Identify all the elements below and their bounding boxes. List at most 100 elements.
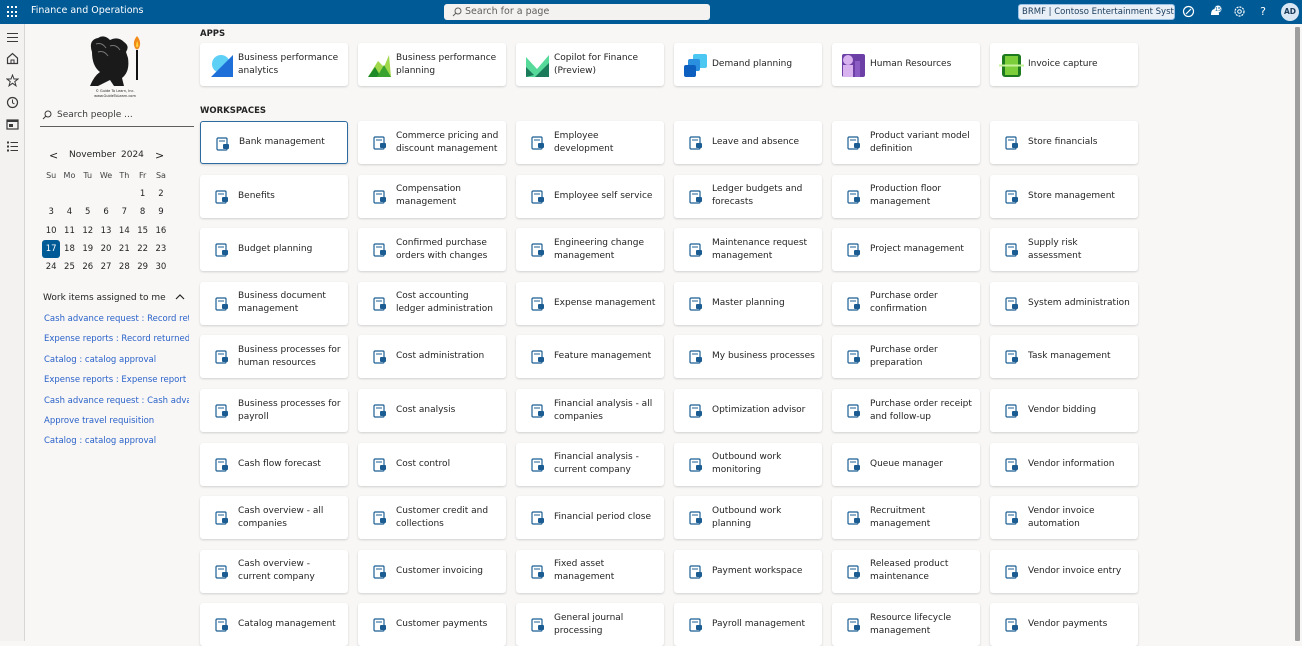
settings-icon[interactable]: [1232, 5, 1246, 19]
workspace-tile[interactable]: Customer invoicing: [358, 549, 506, 593]
workspace-tile[interactable]: Business processes for human resources: [200, 335, 348, 379]
workspace-tile[interactable]: Payroll management: [674, 603, 822, 646]
calendar-day[interactable]: 1: [133, 185, 151, 203]
workspace-tile[interactable]: Catalog management: [200, 603, 348, 646]
vertical-scrollbar[interactable]: [1295, 27, 1300, 641]
workspace-tile[interactable]: Employee development: [516, 121, 664, 164]
workspace-tile[interactable]: Benefits: [200, 174, 348, 218]
workspace-tile[interactable]: Recruitment management: [832, 496, 980, 540]
workspace-tile[interactable]: Store management: [990, 174, 1138, 218]
calendar-day[interactable]: 2: [152, 185, 170, 203]
calendar-day[interactable]: 15: [133, 222, 151, 240]
workspace-tile[interactable]: Cash flow forecast: [200, 442, 348, 486]
page-search-input[interactable]: Search for a page: [444, 4, 710, 20]
calendar-day[interactable]: 22: [133, 240, 151, 258]
workspace-tile[interactable]: Outbound work monitoring: [674, 442, 822, 486]
workspace-tile[interactable]: Vendor bidding: [990, 389, 1138, 432]
calendar-month[interactable]: November: [69, 150, 116, 160]
copilot-icon[interactable]: [1181, 5, 1195, 19]
calendar-day[interactable]: 19: [79, 240, 97, 258]
calendar-day[interactable]: 27: [97, 258, 115, 276]
workspace-tile[interactable]: Store financials: [990, 121, 1138, 164]
help-icon[interactable]: ?: [1256, 5, 1270, 19]
workspace-tile[interactable]: Confirmed purchase orders with changes: [358, 228, 506, 272]
calendar-day[interactable]: 14: [115, 222, 133, 240]
workspace-tile[interactable]: Bank management: [200, 121, 348, 164]
workspace-tile[interactable]: Cost analysis: [358, 389, 506, 432]
workspace-tile[interactable]: Cost administration: [358, 335, 506, 379]
workspace-tile[interactable]: Cash overview - current company: [200, 549, 348, 593]
workspace-tile[interactable]: Cost control: [358, 442, 506, 486]
chevron-up-icon[interactable]: [175, 293, 185, 303]
app-tile[interactable]: Human Resources: [832, 43, 980, 86]
calendar-day[interactable]: 13: [97, 222, 115, 240]
workspace-tile[interactable]: Vendor payments: [990, 603, 1138, 646]
workspace-icon[interactable]: [6, 116, 19, 130]
calendar-day[interactable]: 28: [115, 258, 133, 276]
calendar-day[interactable]: 4: [60, 203, 78, 221]
people-search-input[interactable]: Search people ...: [40, 105, 194, 127]
workspace-tile[interactable]: Master planning: [674, 281, 822, 325]
work-item-link[interactable]: Approve travel requisition: [44, 411, 189, 431]
workspace-tile[interactable]: Fixed asset management: [516, 549, 664, 593]
hamburger-icon[interactable]: [6, 29, 19, 42]
work-item-link[interactable]: Catalog : catalog approval: [44, 350, 189, 370]
workspace-tile[interactable]: Financial period close: [516, 496, 664, 540]
workspace-tile[interactable]: General journal processing: [516, 603, 664, 646]
notifications-icon[interactable]: 15: [1208, 5, 1222, 19]
workspace-tile[interactable]: Queue manager: [832, 442, 980, 486]
calendar-day[interactable]: 8: [133, 203, 151, 221]
work-item-link[interactable]: Cash advance request : Record ret...: [44, 309, 189, 329]
calendar-day[interactable]: 25: [60, 258, 78, 276]
workspace-tile[interactable]: Vendor invoice entry: [990, 549, 1138, 593]
app-title[interactable]: Finance and Operations: [31, 5, 143, 16]
calendar-year[interactable]: 2024: [121, 150, 144, 160]
workspace-tile[interactable]: My business processes: [674, 335, 822, 379]
calendar-day[interactable]: 7: [115, 203, 133, 221]
app-tile[interactable]: Demand planning: [674, 43, 822, 86]
app-tile[interactable]: Invoice capture: [990, 43, 1138, 86]
workspace-tile[interactable]: Vendor invoice automation: [990, 496, 1138, 540]
workspace-tile[interactable]: Purchase order confirmation: [832, 281, 980, 325]
workspace-tile[interactable]: Task management: [990, 335, 1138, 379]
star-icon[interactable]: [5, 72, 20, 88]
workspace-tile[interactable]: Released product maintenance: [832, 549, 980, 593]
workspace-tile[interactable]: Outbound work planning: [674, 496, 822, 540]
calendar-day[interactable]: 12: [79, 222, 97, 240]
calendar-day[interactable]: 30: [152, 258, 170, 276]
workspace-tile[interactable]: Financial analysis - all companies: [516, 389, 664, 432]
workspace-tile[interactable]: Expense management: [516, 281, 664, 325]
calendar-day[interactable]: 24: [42, 258, 60, 276]
workspace-tile[interactable]: Business processes for payroll: [200, 389, 348, 432]
calendar-day[interactable]: 18: [60, 240, 78, 258]
workspace-tile[interactable]: Production floor management: [832, 174, 980, 218]
calendar-day[interactable]: 5: [79, 203, 97, 221]
workspace-tile[interactable]: Purchase order preparation: [832, 335, 980, 379]
workspace-tile[interactable]: Commerce pricing and discount management: [358, 121, 506, 164]
user-avatar[interactable]: AD: [1281, 3, 1299, 21]
work-item-link[interactable]: Expense reports : Record returned: [44, 329, 189, 349]
calendar-day-selected[interactable]: 17: [42, 239, 61, 258]
app-launcher-icon[interactable]: [7, 6, 19, 18]
workspace-tile[interactable]: Cash overview - all companies: [200, 496, 348, 540]
list-icon[interactable]: [6, 138, 19, 152]
workspace-tile[interactable]: Supply risk assessment: [990, 228, 1138, 272]
workspace-tile[interactable]: Project management: [832, 228, 980, 272]
workspace-tile[interactable]: Engineering change management: [516, 228, 664, 272]
workspace-tile[interactable]: Ledger budgets and forecasts: [674, 174, 822, 218]
workspace-tile[interactable]: Vendor information: [990, 442, 1138, 486]
work-item-link[interactable]: Expense reports : Expense report ...: [44, 370, 189, 390]
workspace-tile[interactable]: Resource lifecycle management: [832, 603, 980, 646]
workspace-tile[interactable]: Purchase order receipt and follow-up: [832, 389, 980, 432]
workspace-tile[interactable]: Business document management: [200, 281, 348, 325]
calendar-day[interactable]: 10: [42, 222, 60, 240]
workspace-tile[interactable]: Payment workspace: [674, 549, 822, 593]
calendar-day[interactable]: 26: [79, 258, 97, 276]
workspace-tile[interactable]: Employee self service: [516, 174, 664, 218]
workspace-tile[interactable]: Financial analysis - current company: [516, 442, 664, 486]
calendar-day[interactable]: 16: [152, 222, 170, 240]
calendar-day[interactable]: 21: [115, 240, 133, 258]
calendar-day[interactable]: 20: [97, 240, 115, 258]
workspace-tile[interactable]: System administration: [990, 281, 1138, 325]
work-item-link[interactable]: Catalog : catalog approval: [44, 431, 189, 451]
